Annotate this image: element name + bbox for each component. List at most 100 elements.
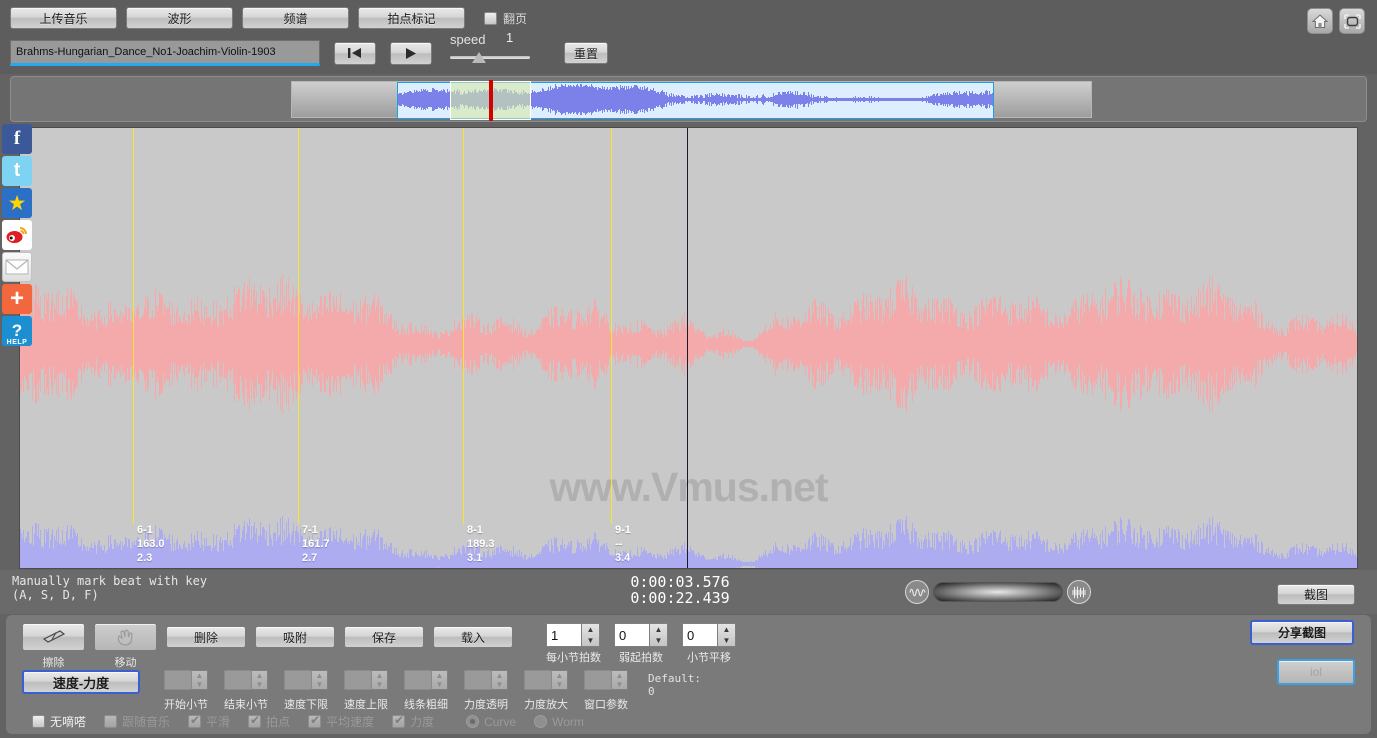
curve-radio-wrap[interactable]: Curve [466,715,516,729]
follow-music-checkbox-wrap[interactable]: 跟随音乐 [104,713,170,730]
beats-per-bar-arrows[interactable]: ▲ ▼ [582,623,600,647]
tempo-min-down[interactable]: ▼ [312,680,327,689]
page-turn-checkbox[interactable] [484,11,497,25]
start-bar-input[interactable] [164,670,192,690]
tempo-min-stepper[interactable]: ▲ ▼ [284,670,328,694]
window-param-stepper[interactable]: ▲ ▼ [584,670,628,694]
share-screenshot-button[interactable]: 分享截图 [1250,620,1354,645]
home-button[interactable] [1307,8,1333,34]
dynamics-scale-input[interactable] [524,670,552,690]
twitter-icon[interactable]: t [2,156,32,186]
zoom-slider[interactable] [933,582,1063,602]
start-bar-up[interactable]: ▲ [192,671,207,680]
average-tempo-checkbox[interactable] [308,713,322,728]
end-bar-stepper[interactable]: ▲ ▼ [224,670,268,694]
waveform-playhead[interactable] [687,128,688,568]
speed-slider-track[interactable] [450,56,530,59]
window-param-up[interactable]: ▲ [612,671,627,680]
move-tool-wrap[interactable]: 移动 [94,623,157,669]
end-bar-arrows[interactable]: ▲ ▼ [252,670,268,690]
dynamics-opacity-up[interactable]: ▲ [492,671,507,680]
no-tick-checkbox-wrap[interactable]: 无嘀嗒 [32,713,86,730]
dynamics-scale-down[interactable]: ▼ [552,680,567,689]
email-icon[interactable] [2,252,32,282]
skip-to-start-button[interactable] [334,41,376,65]
smooth-checkbox[interactable] [188,713,202,728]
end-bar-input[interactable] [224,670,252,690]
beat-marker-line[interactable] [463,128,464,524]
pickup-beats-arrows[interactable]: ▲ ▼ [650,623,668,647]
zoom-out-button[interactable] [905,580,929,604]
waveform-button[interactable]: 波形 [126,7,233,29]
dynamics-opacity-input[interactable] [464,670,492,690]
end-bar-down[interactable]: ▼ [252,680,267,689]
dynamics-scale-arrows[interactable]: ▲ ▼ [552,670,568,690]
reset-button[interactable]: 重置 [564,42,608,64]
dynamics-scale-stepper[interactable]: ▲ ▼ [524,670,568,694]
line-thickness-down[interactable]: ▼ [432,680,447,689]
tempo-max-input[interactable] [344,670,372,690]
delete-button[interactable]: 删除 [166,626,246,648]
share-more-icon[interactable]: + [2,284,32,314]
beat-mark-button[interactable]: 拍点标记 [358,7,465,29]
erase-tool-wrap[interactable]: 擦除 [22,623,85,669]
zoom-control[interactable] [905,580,1091,604]
bar-shift-input[interactable]: 0 [682,623,718,647]
tempo-dynamics-button[interactable]: 速度-力度 [22,670,140,694]
pickup-beats-stepper[interactable]: 0 ▲ ▼ [614,623,668,647]
beats-per-bar-input[interactable]: 1 [546,623,582,647]
average-tempo-checkbox-wrap[interactable]: 平均速度 [308,713,374,730]
upload-music-button[interactable]: 上传音乐 [10,7,117,29]
follow-music-checkbox[interactable] [104,715,118,728]
beat-point-checkbox-wrap[interactable]: 拍点 [248,713,290,730]
line-thickness-arrows[interactable]: ▲ ▼ [432,670,448,690]
bar-shift-down[interactable]: ▼ [718,635,735,646]
tempo-min-arrows[interactable]: ▲ ▼ [312,670,328,690]
window-param-down[interactable]: ▼ [612,680,627,689]
no-tick-checkbox[interactable] [32,715,45,728]
beat-marker-line[interactable] [611,128,612,524]
worm-radio-wrap[interactable]: Worm [534,715,584,729]
speed-slider-group[interactable]: speed 1 [450,30,542,68]
spectrum-button[interactable]: 频谱 [242,7,349,29]
window-param-input[interactable] [584,670,612,690]
weibo-icon[interactable] [2,220,32,250]
beat-marker-line[interactable] [298,128,299,524]
pickup-beats-up[interactable]: ▲ [650,624,667,635]
bar-shift-arrows[interactable]: ▲ ▼ [718,623,736,647]
tempo-max-arrows[interactable]: ▲ ▼ [372,670,388,690]
smooth-checkbox-wrap[interactable]: 平滑 [188,713,230,730]
waveform-canvas[interactable]: www.Vmus.net 6-1 163.0 2.3 7-1 161.7 2.7 8-1 18… [19,127,1358,569]
snap-button[interactable]: 吸附 [255,626,335,648]
window-param-arrows[interactable]: ▲ ▼ [612,670,628,690]
fullscreen-button[interactable] [1339,8,1365,34]
load-button[interactable]: 载入 [433,626,513,648]
dynamics-scale-up[interactable]: ▲ [552,671,567,680]
help-icon[interactable]: ? HELP [2,316,32,346]
tempo-max-stepper[interactable]: ▲ ▼ [344,670,388,694]
move-tool-button[interactable] [94,623,157,651]
beat-marker-line[interactable] [133,128,134,524]
bar-shift-up[interactable]: ▲ [718,624,735,635]
iol-button[interactable]: iol [1277,659,1355,685]
dynamics-opacity-stepper[interactable]: ▲ ▼ [464,670,508,694]
beats-per-bar-up[interactable]: ▲ [582,624,599,635]
dynamics-opacity-arrows[interactable]: ▲ ▼ [492,670,508,690]
overview-strip[interactable] [291,80,1092,121]
tempo-min-up[interactable]: ▲ [312,671,327,680]
qzone-icon[interactable]: ★ [2,188,32,218]
start-bar-down[interactable]: ▼ [192,680,207,689]
bar-shift-stepper[interactable]: 0 ▲ ▼ [682,623,736,647]
screenshot-button[interactable]: 截图 [1277,584,1355,605]
zoom-in-button[interactable] [1067,580,1091,604]
page-turn-checkbox-wrap[interactable]: 翻页 [484,10,527,27]
worm-radio[interactable] [534,715,548,728]
play-button[interactable] [390,41,432,65]
line-thickness-up[interactable]: ▲ [432,671,447,680]
line-thickness-input[interactable] [404,670,432,690]
start-bar-stepper[interactable]: ▲ ▼ [164,670,208,694]
pickup-beats-input[interactable]: 0 [614,623,650,647]
dynamics-opacity-down[interactable]: ▼ [492,680,507,689]
erase-tool-button[interactable] [22,623,85,651]
tempo-max-up[interactable]: ▲ [372,671,387,680]
